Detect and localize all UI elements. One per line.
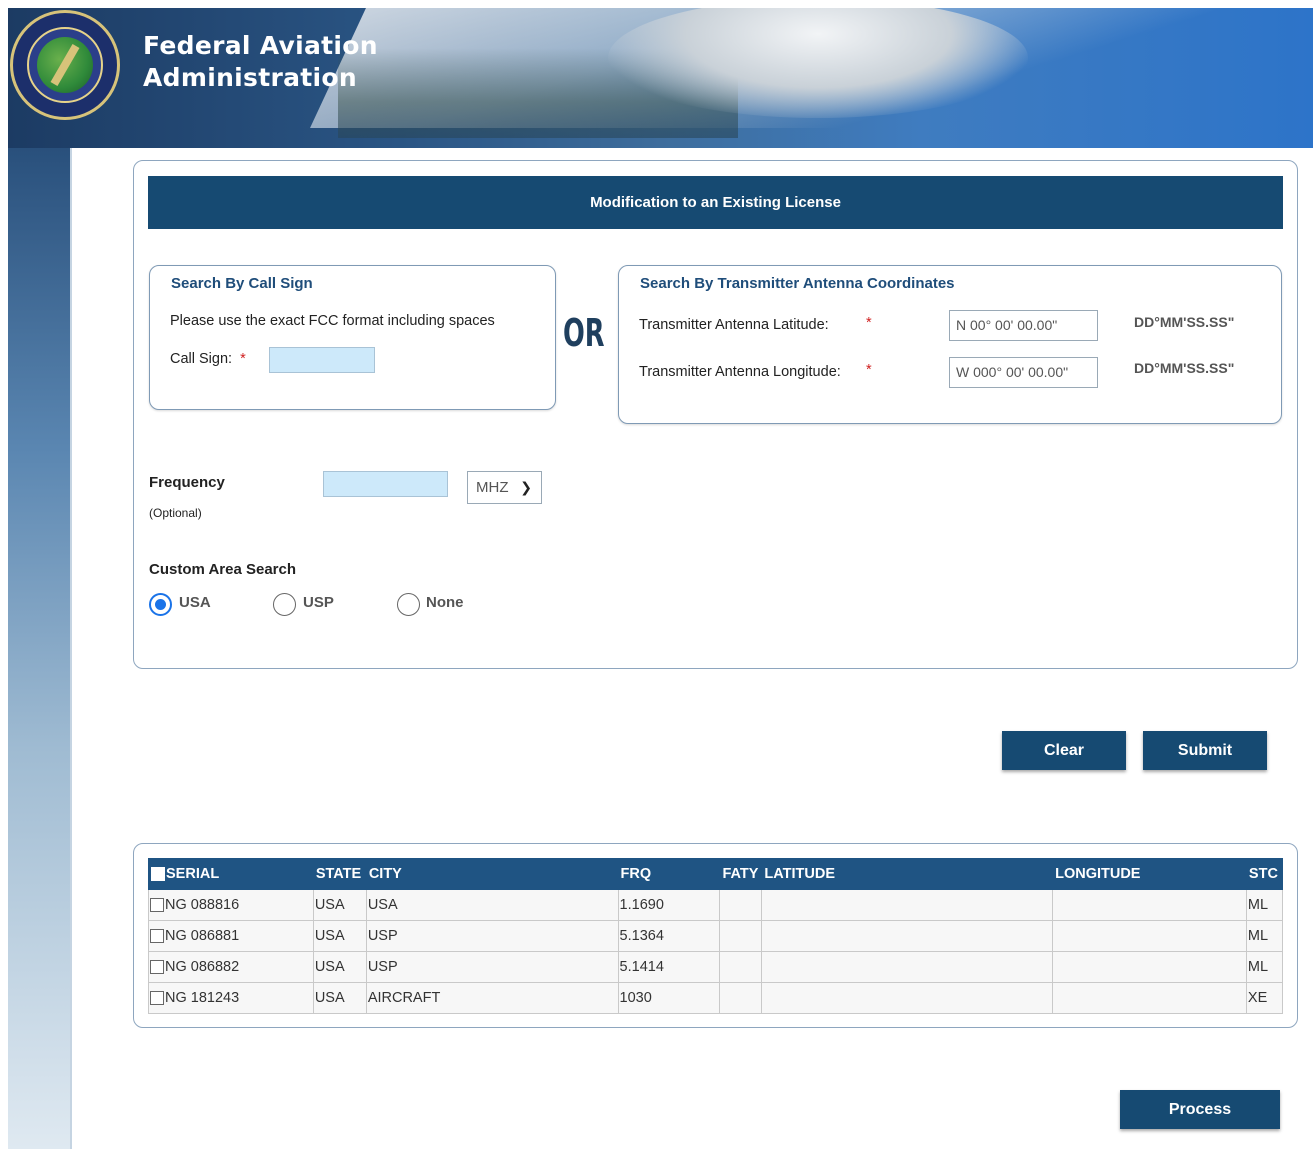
row-checkbox[interactable]	[150, 991, 164, 1006]
cell-serial: NG 088816	[148, 889, 314, 921]
cell-faty	[719, 889, 763, 921]
seal-globe-icon	[37, 37, 93, 93]
column-header-latitude[interactable]: LATITUDE	[761, 858, 1054, 890]
table-header-row: SERIAL STATE CITY FRQ FATY LATITUDE LONG…	[148, 858, 1284, 890]
cell-city: USA	[365, 889, 619, 921]
cell-state: USA	[312, 982, 367, 1014]
latitude-required-marker: *	[866, 315, 872, 331]
cell-faty	[719, 951, 763, 983]
column-header-city[interactable]: CITY	[365, 858, 619, 890]
latitude-label-text: Transmitter Antenna Latitude:	[639, 317, 829, 333]
row-checkbox[interactable]	[150, 898, 164, 913]
radio-none[interactable]	[397, 593, 420, 616]
cell-serial: NG 086882	[148, 951, 314, 983]
clear-button[interactable]: Clear	[1002, 731, 1126, 770]
row-checkbox[interactable]	[150, 929, 164, 944]
cell-latitude	[761, 889, 1054, 921]
frequency-unit-value: MHZ	[476, 479, 509, 496]
cell-longitude	[1052, 982, 1247, 1014]
cell-longitude	[1052, 920, 1247, 952]
cell-stc: ML	[1245, 951, 1284, 983]
latitude-format-hint: DD°MM'SS.SS"	[1134, 314, 1235, 330]
column-header-frq[interactable]: FRQ	[617, 858, 721, 890]
cell-city: AIRCRAFT	[365, 982, 619, 1014]
cell-latitude	[761, 982, 1054, 1014]
frequency-input[interactable]	[323, 471, 448, 497]
cell-serial-value: NG 088816	[165, 897, 240, 913]
left-gradient-strip	[8, 148, 72, 1149]
row-checkbox[interactable]	[150, 960, 164, 975]
longitude-format-hint: DD°MM'SS.SS"	[1134, 360, 1235, 376]
cell-city: USP	[365, 920, 619, 952]
column-header-faty[interactable]: FATY	[719, 858, 763, 890]
cell-longitude	[1052, 951, 1247, 983]
call-sign-legend: Search By Call Sign	[171, 275, 313, 292]
process-button[interactable]: Process	[1120, 1090, 1280, 1129]
cell-serial-value: NG 086881	[165, 928, 240, 944]
cell-latitude	[761, 951, 1054, 983]
radio-usa[interactable]	[149, 593, 172, 616]
cell-state: USA	[312, 889, 367, 921]
left-divider	[70, 148, 72, 1149]
column-header-state[interactable]: STATE	[312, 858, 367, 890]
call-sign-instruction: Please use the exact FCC format includin…	[170, 313, 495, 329]
cell-frq: 5.1414	[617, 951, 721, 983]
agency-name-line2: Administration	[143, 63, 357, 92]
radio-usp[interactable]	[273, 593, 296, 616]
call-sign-label: Call Sign: *	[170, 351, 246, 367]
longitude-input[interactable]: W 000° 00' 00.00"	[949, 357, 1098, 388]
cell-faty	[719, 982, 763, 1014]
results-table: SERIAL STATE CITY FRQ FATY LATITUDE LONG…	[148, 858, 1284, 1014]
cell-frq: 5.1364	[617, 920, 721, 952]
cell-stc: ML	[1245, 920, 1284, 952]
table-row[interactable]: NG 086881 USA USP 5.1364 ML	[148, 920, 1284, 952]
custom-area-label: Custom Area Search	[149, 561, 296, 578]
chevron-down-icon: ❯	[520, 479, 532, 495]
cell-latitude	[761, 920, 1054, 952]
cell-serial: NG 086881	[148, 920, 314, 952]
form-title: Modification to an Existing License	[148, 176, 1283, 229]
radio-usp-label[interactable]: USP	[303, 594, 334, 611]
call-sign-label-text: Call Sign:	[170, 351, 233, 367]
cell-serial-value: NG 086882	[165, 959, 240, 975]
or-separator: OR	[563, 311, 605, 355]
cell-state: USA	[312, 951, 367, 983]
column-header-longitude[interactable]: LONGITUDE	[1052, 858, 1247, 890]
frequency-unit-select[interactable]: MHZ ❯	[467, 471, 542, 504]
cell-frq: 1030	[617, 982, 721, 1014]
cell-city: USP	[365, 951, 619, 983]
longitude-label: Transmitter Antenna Longitude:	[639, 364, 841, 380]
latitude-input[interactable]: N 00° 00' 00.00"	[949, 310, 1098, 341]
seal-ring	[27, 27, 103, 103]
table-row[interactable]: NG 088816 USA USA 1.1690 ML	[148, 889, 1284, 921]
table-row[interactable]: NG 086882 USA USP 5.1414 ML	[148, 951, 1284, 983]
cell-faty	[719, 920, 763, 952]
radio-usa-label[interactable]: USA	[179, 594, 211, 611]
call-sign-input[interactable]	[269, 347, 375, 373]
required-marker: *	[240, 351, 246, 367]
cell-frq: 1.1690	[617, 889, 721, 921]
longitude-label-text: Transmitter Antenna Longitude:	[639, 364, 841, 380]
frequency-label: Frequency	[149, 474, 225, 491]
cell-stc: ML	[1245, 889, 1284, 921]
cell-state: USA	[312, 920, 367, 952]
agency-name: Federal Aviation Administration	[143, 30, 378, 94]
faa-seal-logo	[10, 10, 120, 120]
cell-stc: XE	[1245, 982, 1284, 1014]
coordinates-legend: Search By Transmitter Antenna Coordinate…	[640, 275, 955, 292]
latitude-label: Transmitter Antenna Latitude:	[639, 317, 829, 333]
cell-longitude	[1052, 889, 1247, 921]
cell-serial-value: NG 181243	[165, 990, 240, 1006]
frequency-optional-note: (Optional)	[149, 506, 202, 520]
select-all-checkbox[interactable]	[151, 867, 165, 882]
submit-button[interactable]: Submit	[1143, 731, 1267, 770]
cell-serial: NG 181243	[148, 982, 314, 1014]
table-row[interactable]: NG 181243 USA AIRCRAFT 1030 XE	[148, 982, 1284, 1014]
radio-none-label[interactable]: None	[426, 594, 464, 611]
column-header-serial[interactable]: SERIAL	[148, 858, 314, 890]
agency-name-line1: Federal Aviation	[143, 31, 378, 60]
longitude-required-marker: *	[866, 362, 872, 378]
column-header-serial-label: SERIAL	[166, 866, 220, 882]
column-header-stc[interactable]: STC	[1245, 858, 1284, 890]
